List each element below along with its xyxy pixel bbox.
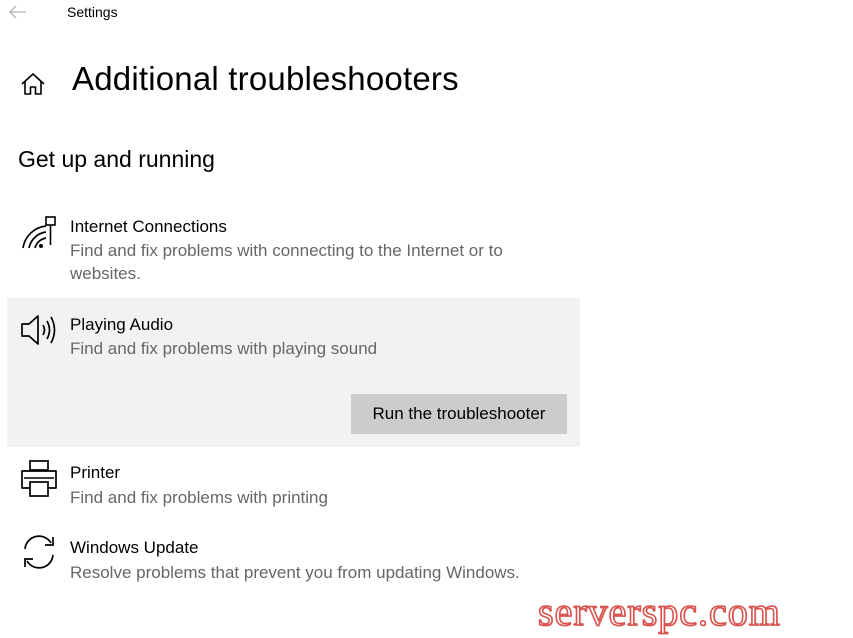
troubleshooter-name: Playing Audio [70,315,174,334]
speaker-icon [19,310,59,350]
back-arrow-icon [9,5,26,19]
settings-window: Settings Additional troubleshooters Get … [0,0,853,638]
watermark: serverspc.com [537,588,781,635]
troubleshooter-description: Find and fix problems with connecting to… [70,241,503,283]
printer-icon [19,458,59,498]
troubleshooter-playing-audio[interactable]: Playing Audio Find and fix problems with… [7,298,580,447]
title-bar: Settings [0,0,853,26]
home-button[interactable] [19,70,47,98]
back-button[interactable] [8,2,28,22]
troubleshooter-printer[interactable]: Printer Find and fix problems with print… [7,452,580,518]
home-icon [21,73,45,95]
network-icon [19,214,59,254]
troubleshooter-description: Find and fix problems with printing [70,488,328,507]
section-title: Get up and running [18,146,215,172]
sync-icon [19,532,59,572]
troubleshooter-description: Find and fix problems with playing sound [70,339,378,358]
run-troubleshooter-button[interactable]: Run the troubleshooter [351,394,567,434]
troubleshooter-description: Resolve problems that prevent you from u… [70,563,520,582]
troubleshooter-windows-update[interactable]: Windows Update Resolve problems that pre… [7,526,580,592]
troubleshooter-name: Internet Connections [70,217,227,236]
page-title: Additional troubleshooters [72,60,459,97]
troubleshooter-name: Printer [70,463,121,482]
troubleshooter-name: Windows Update [70,538,199,557]
app-title: Settings [67,4,118,20]
troubleshooter-internet-connections[interactable]: Internet Connections Find and fix proble… [7,206,580,294]
